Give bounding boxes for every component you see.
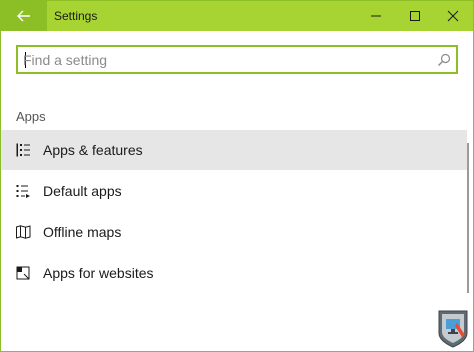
nav-item-default-apps[interactable]: Default apps bbox=[1, 171, 467, 211]
maximize-button[interactable] bbox=[395, 1, 435, 31]
default-apps-list-icon bbox=[16, 185, 30, 198]
map-icon bbox=[16, 225, 31, 239]
nav-item-label: Apps for websites bbox=[43, 265, 154, 281]
minimize-icon bbox=[371, 15, 381, 17]
nav-item-label: Apps & features bbox=[43, 142, 143, 158]
section-heading: Apps bbox=[16, 109, 46, 124]
maximize-icon bbox=[410, 11, 420, 21]
title-bar: Settings bbox=[1, 1, 473, 31]
windows-pc-logo-icon bbox=[438, 310, 468, 348]
search-icon[interactable] bbox=[437, 53, 451, 67]
search-input[interactable] bbox=[23, 50, 423, 70]
nav-item-label: Default apps bbox=[43, 183, 122, 199]
minimize-button[interactable] bbox=[356, 1, 396, 31]
close-button[interactable] bbox=[433, 1, 473, 31]
window-title: Settings bbox=[54, 9, 98, 23]
nav-item-apps-features[interactable]: Apps & features bbox=[1, 130, 467, 170]
close-icon bbox=[447, 10, 459, 22]
search-box[interactable] bbox=[16, 45, 458, 74]
nav-item-label: Offline maps bbox=[43, 224, 122, 240]
apps-for-websites-icon bbox=[16, 266, 30, 280]
arrow-left-icon bbox=[17, 10, 30, 22]
back-button[interactable] bbox=[1, 1, 47, 31]
settings-window: Settings Apps bbox=[0, 0, 474, 352]
nav-item-apps-for-websites[interactable]: Apps for websites bbox=[1, 253, 467, 293]
apps-features-list-icon bbox=[16, 143, 30, 157]
nav-item-offline-maps[interactable]: Offline maps bbox=[1, 212, 467, 252]
scrollbar[interactable] bbox=[467, 143, 469, 293]
